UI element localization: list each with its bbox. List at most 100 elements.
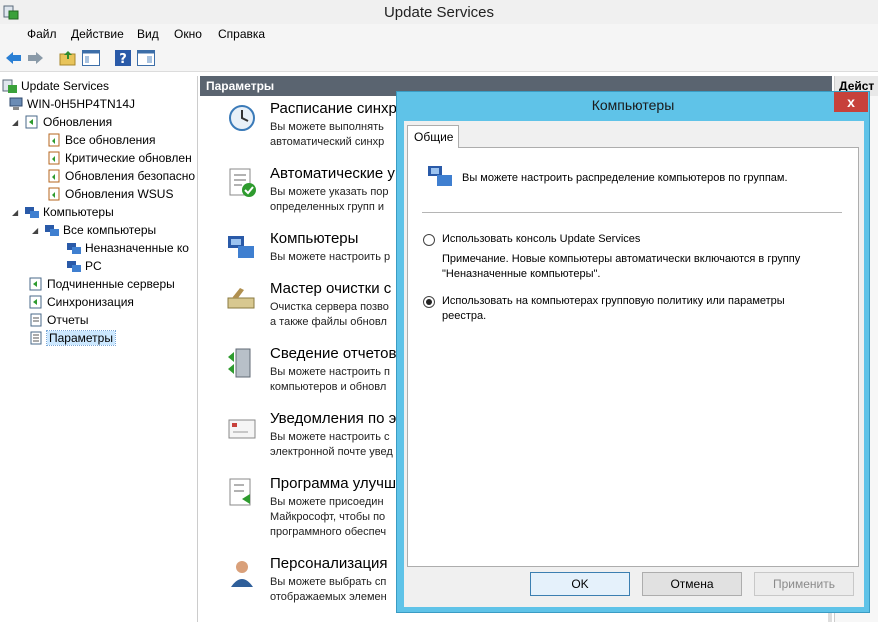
tree-all-computers-label: Все компьютеры — [63, 223, 157, 237]
tree-updates-label: Обновления — [43, 115, 113, 129]
up-folder-icon[interactable] — [58, 48, 78, 68]
tree-root-label: Update Services — [21, 79, 110, 93]
menu-view[interactable]: Вид — [137, 27, 159, 41]
tree-server-label: WIN-0H5HP4TN14J — [27, 97, 136, 111]
computers-icon — [45, 225, 59, 236]
tree-root[interactable]: Update Services — [2, 77, 109, 95]
tree-all-updates-label: Все обновления — [65, 133, 156, 147]
tree-security-label: Обновления безопасно — [65, 169, 196, 183]
update-list-icon — [48, 187, 60, 201]
option-description: Вы можете настроить п компьютеров и обнов… — [270, 366, 390, 393]
computer-group-icon — [67, 243, 81, 254]
cancel-button[interactable]: Отмена — [642, 572, 742, 596]
computers-icon — [25, 207, 39, 218]
tree-security-updates[interactable]: Обновления безопасно — [46, 167, 195, 185]
downstream-servers-icon — [29, 277, 42, 291]
toolbar: ? — [0, 44, 878, 72]
collapse-arrow-icon[interactable]: ◢ — [32, 226, 42, 235]
tree-updates[interactable]: ◢ Обновления — [12, 113, 112, 131]
tree-wsus-label: Обновления WSUS — [65, 187, 174, 201]
tree-computers[interactable]: ◢ Компьютеры — [12, 203, 114, 221]
option-title: Мастер очистки с — [270, 280, 392, 297]
computer-group-icon — [67, 261, 81, 272]
menu-action[interactable]: Действие — [71, 27, 124, 41]
menu-file[interactable]: Файл — [27, 27, 57, 41]
computers-dialog: Компьютеры x Общие Вы можете настроить р… — [396, 91, 870, 613]
forward-arrow-icon[interactable] — [25, 48, 45, 68]
computers-icon — [428, 166, 452, 186]
server-icon — [9, 97, 23, 110]
option-description: Вы можете настроить с электронной почте у… — [270, 431, 393, 458]
tree-downstream-label: Подчиненные серверы — [47, 277, 175, 291]
option-title: Сведение отчетов — [270, 345, 397, 362]
tree-options-label: Параметры — [46, 330, 116, 346]
tree-all-updates[interactable]: Все обновления — [46, 131, 155, 149]
apply-button[interactable]: Применить — [754, 572, 854, 596]
show-hide-tree-icon[interactable] — [81, 48, 101, 68]
tree-synchronizations[interactable]: Синхронизация — [28, 293, 134, 311]
tree-pc-label: PC — [85, 259, 102, 273]
svg-text:?: ? — [119, 52, 127, 67]
option-title: Программа улучш — [270, 475, 397, 492]
option-description: Очистка сервера позво а также файлы обнов… — [270, 301, 389, 328]
tree-server[interactable]: WIN-0H5HP4TN14J — [8, 95, 135, 113]
show-hide-action-pane-icon[interactable] — [136, 48, 156, 68]
collapse-arrow-icon[interactable]: ◢ — [12, 118, 22, 127]
menu-help[interactable]: Справка — [218, 27, 265, 41]
tree-options[interactable]: Параметры — [28, 329, 116, 347]
divider — [422, 212, 842, 213]
tree-unassigned-label: Неназначенные ко — [85, 241, 189, 255]
tree-downstream-servers[interactable]: Подчиненные серверы — [28, 275, 175, 293]
tree-pc-group[interactable]: PC — [66, 257, 102, 275]
option-description: Вы можете выбрать сп отображаемых элемен — [270, 576, 387, 603]
back-arrow-icon[interactable] — [4, 48, 24, 68]
collapse-arrow-icon[interactable]: ◢ — [12, 208, 22, 217]
tab-general[interactable]: Общие — [407, 125, 459, 148]
tree-wsus-updates[interactable]: Обновления WSUS — [46, 185, 173, 203]
sync-icon — [29, 295, 42, 309]
email-icon — [228, 419, 256, 439]
option-title: Расписание синхр — [270, 100, 397, 117]
tree-unassigned-computers[interactable]: Неназначенные ко — [66, 239, 189, 257]
option-description: Вы можете указать пор определенных групп … — [270, 186, 389, 213]
computers-icon — [228, 236, 254, 258]
menu-bar: Файл Действие Вид Окно Справка — [0, 24, 878, 44]
tree-reports[interactable]: Отчеты — [28, 311, 88, 329]
option-title: Персонализация — [270, 555, 388, 572]
tree-critical-label: Критические обновлен — [65, 151, 192, 165]
window-titlebar: Update Services — [0, 0, 878, 24]
tree-computers-label: Компьютеры — [43, 205, 114, 219]
radio-use-console[interactable] — [423, 234, 435, 246]
tab-page-general: Вы можете настроить распределение компью… — [407, 147, 859, 567]
radio-use-group-policy-label[interactable]: Использовать на компьютерах групповую по… — [442, 294, 785, 324]
tree-all-computers[interactable]: ◢ Все компьютеры — [32, 221, 156, 239]
option-title: Уведомления по э — [270, 410, 397, 427]
radio-use-group-policy[interactable] — [423, 296, 435, 308]
tree-critical-updates[interactable]: Критические обновлен — [46, 149, 192, 167]
radio-use-console-label[interactable]: Использовать консоль Update Services — [442, 232, 640, 247]
cleanup-wizard-icon — [227, 288, 255, 309]
close-button[interactable]: x — [834, 92, 868, 112]
reports-icon — [30, 313, 42, 327]
option-description: Вы можете выполнять автоматический синхр — [270, 121, 385, 148]
menu-window[interactable]: Окно — [174, 27, 202, 41]
updates-folder-icon — [25, 115, 38, 129]
auto-approvals-icon — [229, 168, 256, 197]
dialog-intro-text: Вы можете настроить распределение компью… — [462, 172, 788, 184]
dialog-title: Компьютеры — [591, 97, 675, 113]
tree-sync-label: Синхронизация — [47, 295, 134, 309]
ok-button[interactable]: OK — [530, 572, 630, 596]
update-list-icon — [48, 133, 60, 147]
option-title: Компьютеры — [270, 230, 359, 247]
tree-reports-label: Отчеты — [47, 313, 89, 327]
note-text: Примечание. Новые компьютеры автоматичес… — [442, 253, 801, 280]
option-description: Вы можете присоедин Майкрософт, чтобы по п… — [270, 496, 387, 538]
options-icon — [30, 331, 42, 345]
sync-schedule-icon — [229, 105, 255, 131]
update-services-icon — [2, 79, 17, 93]
update-list-icon — [48, 151, 60, 165]
update-list-icon — [48, 169, 60, 183]
console-tree: Update Services WIN-0H5HP4TN14J ◢ Обновл… — [0, 76, 198, 622]
option-title: Автоматические у — [270, 165, 395, 182]
help-icon[interactable]: ? — [113, 48, 133, 68]
